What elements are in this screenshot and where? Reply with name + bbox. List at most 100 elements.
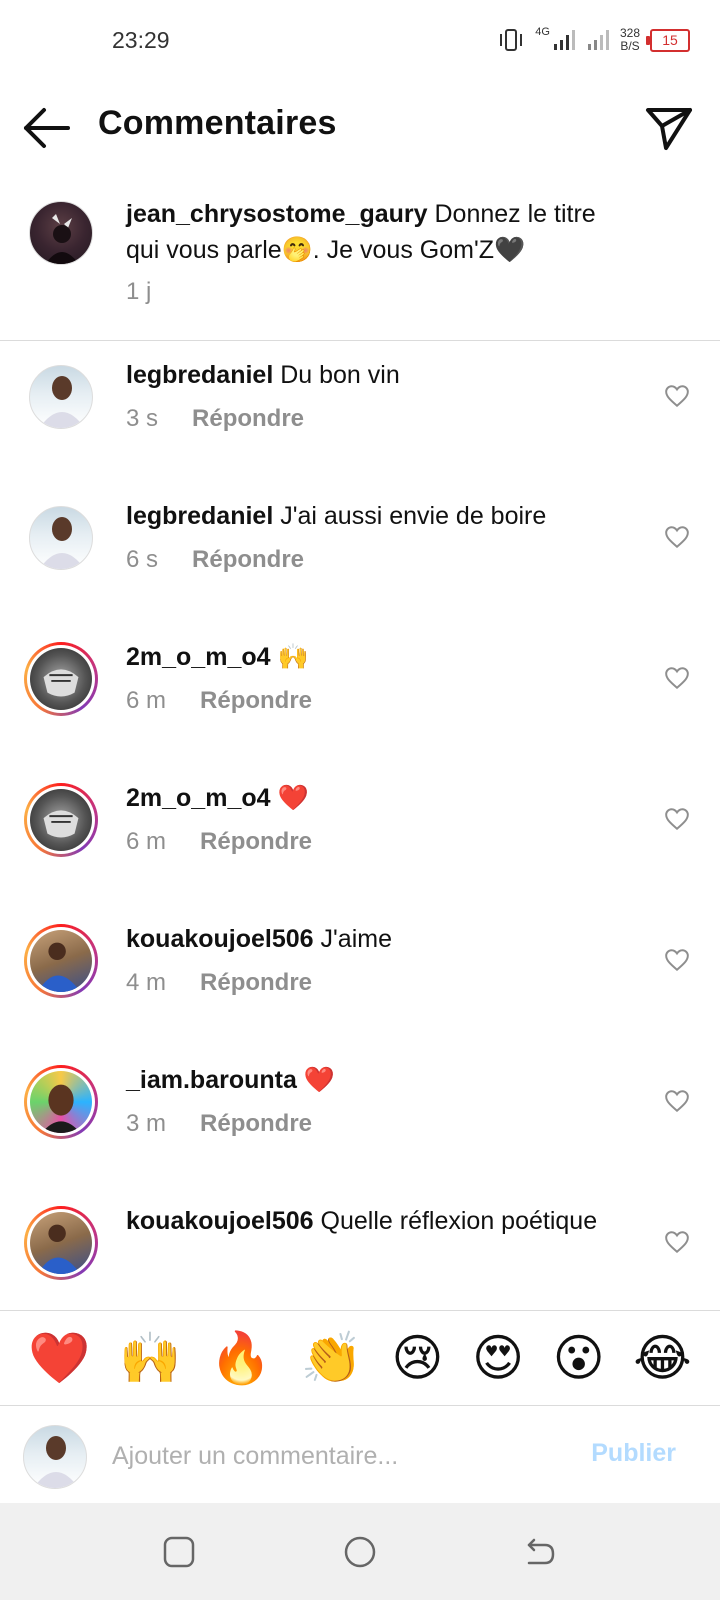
emoji-crying[interactable]: 😢 xyxy=(391,1333,443,1383)
avatar xyxy=(30,1212,92,1274)
comment-text: kouakoujoel506 Quelle réflexion poétique xyxy=(126,1203,630,1239)
like-heart-icon[interactable] xyxy=(664,1088,690,1114)
comment-body: J'ai aussi envie de boire xyxy=(280,502,547,530)
reply-button[interactable]: Répondre xyxy=(192,546,304,574)
emoji-heart-eyes[interactable]: 😍 xyxy=(472,1333,524,1383)
avatar-image xyxy=(39,517,85,569)
reply-button[interactable]: Répondre xyxy=(200,969,312,997)
comment-time: 4 m xyxy=(126,969,167,996)
comment-username[interactable]: 2m_o_m_o4 xyxy=(126,784,271,812)
emoji-surprised[interactable]: 😮 xyxy=(553,1333,605,1383)
like-heart-icon[interactable] xyxy=(664,665,690,691)
comment-body: Quelle réflexion poétique xyxy=(320,1207,598,1235)
story-ring[interactable] xyxy=(24,1065,98,1139)
comment-item: _iam.barounta ❤️ 3 m Répondre xyxy=(0,1054,720,1195)
signal-2-icon xyxy=(587,30,609,50)
avatar-image xyxy=(43,669,79,697)
comment-input[interactable] xyxy=(110,1431,564,1481)
avatar-image xyxy=(41,1084,81,1133)
comment-composer: Publier xyxy=(0,1407,720,1503)
network-speed-unit: B/S xyxy=(620,39,640,53)
like-heart-icon[interactable] xyxy=(664,383,690,409)
comment-body: ❤️ xyxy=(303,1066,335,1094)
system-navigation-bar xyxy=(0,1503,720,1600)
status-icons: 4G 328 B/S 15 xyxy=(497,22,690,58)
story-ring[interactable] xyxy=(24,642,98,716)
comment-meta: 6 m Répondre xyxy=(126,828,312,856)
avatar-image xyxy=(39,376,85,428)
avatar-image xyxy=(45,214,79,264)
avatar-image xyxy=(33,1436,79,1488)
story-ring[interactable] xyxy=(24,783,98,857)
story-ring[interactable] xyxy=(24,1206,98,1280)
reply-button[interactable]: Répondre xyxy=(192,405,304,433)
comment-item: 2m_o_m_o4 🙌 6 m Répondre xyxy=(0,631,720,772)
emoji-fire[interactable]: 🔥 xyxy=(210,1333,272,1383)
quick-emoji-bar: ❤️ 🙌 🔥 👏 😢 😍 😮 😂 xyxy=(0,1310,720,1406)
like-heart-icon[interactable] xyxy=(664,1229,690,1255)
story-ring[interactable] xyxy=(24,924,98,998)
comment-text: legbredaniel Du bon vin xyxy=(126,357,630,393)
like-heart-icon[interactable] xyxy=(664,806,690,832)
send-icon[interactable] xyxy=(644,102,694,152)
comment-username[interactable]: legbredaniel xyxy=(126,361,273,389)
post-caption: jean_chrysostome_gaury Donnez le titre q… xyxy=(0,190,720,340)
like-heart-icon[interactable] xyxy=(664,947,690,973)
comment-username[interactable]: 2m_o_m_o4 xyxy=(126,643,271,671)
battery-level: 15 xyxy=(662,32,678,48)
comment-body: ❤️ xyxy=(277,784,309,812)
comment-text: 2m_o_m_o4 🙌 xyxy=(126,639,630,675)
caption-username[interactable]: jean_chrysostome_gaury xyxy=(126,200,428,228)
like-heart-icon[interactable] xyxy=(664,524,690,550)
comment-time: 3 m xyxy=(126,1110,167,1137)
emoji-tears-of-joy[interactable]: 😂 xyxy=(633,1333,691,1383)
comment-time: 6 s xyxy=(126,546,159,573)
divider xyxy=(0,340,720,341)
comment-username[interactable]: kouakoujoel506 xyxy=(126,925,314,953)
comment-username[interactable]: kouakoujoel506 xyxy=(126,1207,314,1235)
reply-button[interactable]: Répondre xyxy=(200,828,312,856)
emoji-heart[interactable]: ❤️ xyxy=(28,1333,90,1383)
comment-item: 2m_o_m_o4 ❤️ 6 m Répondre xyxy=(0,772,720,913)
reply-button[interactable]: Répondre xyxy=(200,1110,312,1138)
comment-text: kouakoujoel506 J'aime xyxy=(126,921,630,957)
avatar[interactable] xyxy=(29,201,93,265)
recent-apps-icon[interactable] xyxy=(162,1535,196,1569)
back-arrow-icon[interactable] xyxy=(22,106,72,150)
avatar[interactable] xyxy=(29,506,93,570)
network-type: 4G xyxy=(535,26,550,38)
back-nav-icon[interactable] xyxy=(523,1535,557,1569)
avatar-image xyxy=(37,942,81,992)
comment-time: 6 m xyxy=(126,828,167,855)
avatar xyxy=(30,930,92,992)
page-title: Commentaires xyxy=(98,104,337,142)
comment-body: J'aime xyxy=(320,925,392,953)
avatar[interactable] xyxy=(29,365,93,429)
comment-time: 6 m xyxy=(126,687,167,714)
caption-text: jean_chrysostome_gaury Donnez le titre q… xyxy=(126,196,630,268)
comment-meta: 6 m Répondre xyxy=(126,687,312,715)
comment-time: 3 s xyxy=(126,405,159,432)
comment-body: Du bon vin xyxy=(280,361,400,389)
reply-button[interactable]: Répondre xyxy=(200,687,312,715)
publish-button[interactable]: Publier xyxy=(591,1439,676,1468)
battery-icon: 15 xyxy=(646,28,690,52)
caption-meta: 1 j xyxy=(126,278,151,306)
comment-username[interactable]: legbredaniel xyxy=(126,502,273,530)
comment-text: legbredaniel J'ai aussi envie de boire xyxy=(126,498,630,534)
comment-meta: 6 s Répondre xyxy=(126,546,304,574)
comment-username[interactable]: _iam.barounta xyxy=(126,1066,297,1094)
vibrate-icon xyxy=(500,29,523,51)
avatar xyxy=(30,789,92,851)
signal-icon xyxy=(553,30,575,50)
avatar-image xyxy=(37,1224,81,1274)
comment-meta: 3 s Répondre xyxy=(126,405,304,433)
header: Commentaires xyxy=(0,88,720,168)
avatar xyxy=(23,1425,87,1489)
avatar xyxy=(30,648,92,710)
emoji-clapping[interactable]: 👏 xyxy=(301,1333,363,1383)
emoji-raised-hands[interactable]: 🙌 xyxy=(119,1333,181,1383)
avatar xyxy=(30,1071,92,1133)
comment-item: kouakoujoel506 Quelle réflexion poétique xyxy=(0,1195,720,1310)
home-icon[interactable] xyxy=(343,1535,377,1569)
